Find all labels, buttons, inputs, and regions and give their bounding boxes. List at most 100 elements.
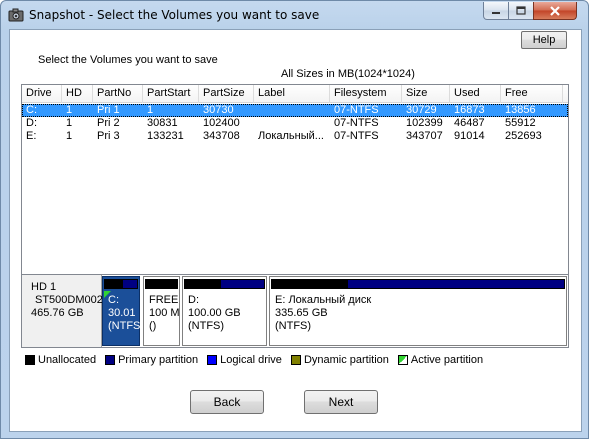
help-button[interactable]: Help (521, 31, 567, 49)
column-header-hd[interactable]: HD (62, 85, 93, 103)
volumes-list[interactable]: Drive HD PartNo PartStart PartSize Label Files… (21, 84, 569, 290)
cell-hd: 1 (66, 104, 73, 116)
cell-partno: Pri 3 (97, 130, 120, 142)
cell-filesystem: 07-NTFS (334, 130, 379, 142)
partition-line2: 100 M (149, 307, 180, 319)
camera-icon (8, 8, 24, 22)
instruction-text: Select the Volumes you want to save (38, 54, 218, 66)
legend-item: Active partition (397, 354, 484, 366)
usage-bar (184, 279, 265, 289)
disk-info: HD 1 ST500DM002 465.76 GB (22, 275, 103, 347)
partition-line1: D: (188, 294, 199, 306)
partition-line3: () (149, 320, 157, 332)
legend-item: Unallocated (25, 354, 96, 366)
cell-hd: 1 (66, 117, 73, 129)
maximize-icon (516, 6, 526, 15)
partition-line2: 30.01 (108, 307, 136, 319)
disk-model: ST500DM002 (35, 294, 103, 306)
column-header-label[interactable]: Label (254, 85, 330, 103)
minimize-button[interactable] (483, 2, 509, 20)
column-header-used[interactable]: Used (450, 85, 501, 103)
usage-bar (145, 279, 178, 289)
partition-line1: C: (108, 294, 119, 306)
maximize-button[interactable] (508, 2, 534, 20)
legend-label: Unallocated (38, 354, 97, 366)
partition-line1: FREE (149, 294, 179, 306)
partition-line3: (NTFS) (188, 320, 225, 332)
back-button[interactable]: Back (190, 390, 264, 414)
window-title: Snapshot - Select the Volumes you want t… (29, 8, 320, 22)
cell-partno: Pri 1 (97, 104, 120, 116)
partition-block[interactable]: FREE 100 M() (143, 276, 180, 346)
cell-free: 55912 (505, 117, 536, 129)
cell-free: 13856 (505, 104, 536, 116)
cell-filesystem: 07-NTFS (334, 104, 379, 116)
cell-partstart: 133231 (147, 130, 184, 142)
legend-item: Dynamic partition (290, 354, 389, 366)
disk-name: HD 1 (31, 281, 57, 293)
partition-block[interactable]: D: 100.00 GB (NTFS) (182, 276, 267, 346)
close-icon (550, 5, 560, 16)
cell-partsize: 343708 (203, 130, 240, 142)
legend-label: Dynamic partition (303, 354, 389, 366)
usage-bar (271, 279, 565, 289)
cell-drive: D: (26, 117, 37, 129)
table-row[interactable]: C: 1 Pri 1 1 30730 07-NTFS 30729 16873 13856 (22, 104, 568, 117)
column-header-filesystem[interactable]: Filesystem (330, 85, 402, 103)
cell-partsize: 102400 (203, 117, 240, 129)
usage-bar (104, 279, 138, 289)
sizes-note: All Sizes in MB(1024*1024) (281, 68, 415, 80)
partition-line2: 335.65 GB (275, 307, 328, 319)
legend-label: Logical drive (220, 354, 282, 366)
disk-size: 465.76 GB (31, 307, 84, 319)
partition-block[interactable]: E: Локальный диск 335.65 GB (NTFS) (269, 276, 567, 346)
cell-size: 343707 (406, 130, 443, 142)
cell-used: 46487 (454, 117, 485, 129)
cell-size: 30729 (406, 104, 437, 116)
cell-partstart: 1 (147, 104, 154, 116)
legend-label: Primary partition (118, 354, 199, 366)
cell-partstart: 30831 (147, 117, 178, 129)
partition-line3: (NTFS (108, 320, 140, 332)
legend-swatch (207, 355, 218, 365)
column-header-size[interactable]: Size (402, 85, 450, 103)
cell-label: Локальный... (258, 130, 324, 142)
column-header-partsize[interactable]: PartSize (199, 85, 254, 103)
table-row[interactable]: E: 1 Pri 3 133231 343708 Локальный... 07-NTFS 3… (22, 130, 568, 143)
partition-block[interactable]: C: 30.01 (NTFS (102, 276, 140, 346)
legend-swatch (105, 355, 116, 365)
close-button[interactable] (533, 2, 577, 20)
cell-label (254, 104, 330, 117)
title-bar[interactable]: Snapshot - Select the Volumes you want t… (1, 1, 588, 29)
cell-hd: 1 (66, 130, 73, 142)
cell-used: 16873 (454, 104, 485, 116)
cell-drive: C: (26, 104, 37, 116)
cell-drive: E: (26, 130, 37, 142)
cell-size: 102399 (406, 117, 443, 129)
cell-free: 252693 (505, 130, 542, 142)
legend-swatch (290, 355, 301, 365)
table-row[interactable]: D: 1 Pri 2 30831 102400 07-NTFS 102399 46487 559… (22, 117, 568, 130)
partition-line2: 100.00 GB (188, 307, 241, 319)
legend-swatch (397, 355, 408, 365)
column-header-drive[interactable]: Drive (22, 85, 62, 103)
partition-line1: E: Локальный диск (275, 294, 372, 306)
partition-legend: Unallocated Primary partition Logical driv… (25, 353, 492, 367)
legend-item: Logical drive (207, 354, 282, 366)
column-header-partno[interactable]: PartNo (93, 85, 143, 103)
next-button[interactable]: Next (304, 390, 378, 414)
legend-swatch (25, 355, 35, 365)
column-header-partstart[interactable]: PartStart (143, 85, 199, 103)
cell-label (254, 117, 330, 130)
list-header: Drive HD PartNo PartStart PartSize Label Files… (22, 85, 568, 103)
legend-label: Active partition (410, 354, 484, 366)
minimize-icon (492, 11, 500, 14)
column-header-free[interactable]: Free (501, 85, 563, 103)
disk-map: HD 1 ST500DM002 465.76 GB C: 30.01 (NTFS FR… (21, 274, 569, 348)
legend-item: Primary partition (105, 354, 198, 366)
cell-used: 91014 (454, 130, 485, 142)
cell-partno: Pri 2 (97, 117, 120, 129)
cell-partsize: 30730 (203, 104, 234, 116)
window-frame: Snapshot - Select the Volumes you want t… (0, 0, 589, 439)
cell-filesystem: 07-NTFS (334, 117, 379, 129)
